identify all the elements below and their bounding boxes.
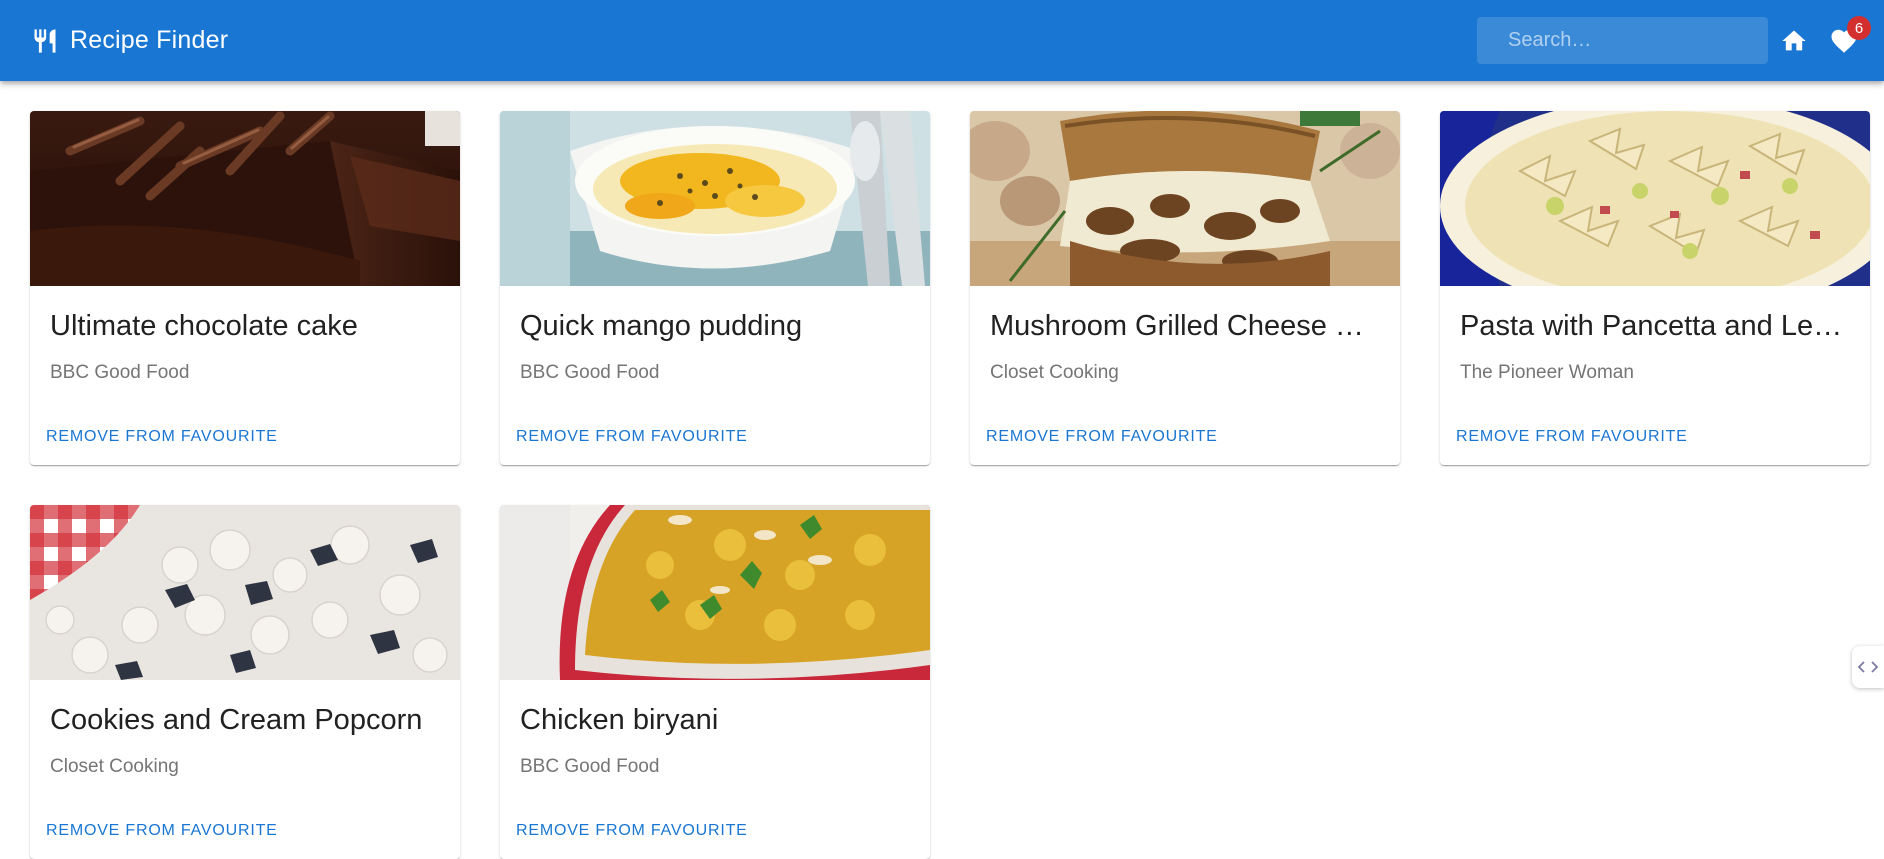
recipe-card: Ultimate chocolate cake BBC Good Food Re… — [30, 111, 460, 465]
home-button[interactable] — [1772, 19, 1816, 63]
recipe-card: Mushroom Grilled Cheese Sandwich Closet … — [970, 111, 1400, 465]
recipe-source: BBC Good Food — [520, 362, 660, 383]
recipe-source: BBC Good Food — [50, 362, 190, 383]
remove-from-favourite-button[interactable]: Remove from favourite — [38, 420, 286, 454]
remove-from-favourite-button[interactable]: Remove from favourite — [508, 420, 756, 454]
pasta-pancetta-photo[interactable] — [1440, 111, 1870, 286]
chicken-biryani-photo[interactable] — [500, 505, 930, 680]
recipe-source: BBC Good Food — [520, 756, 660, 777]
floating-extension-tab[interactable] — [1852, 646, 1884, 688]
cookies-cream-popcorn-photo[interactable] — [30, 505, 460, 680]
recipe-title: Cookies and Cream Popcorn — [50, 704, 423, 736]
remove-from-favourite-button[interactable]: Remove from favourite — [1448, 420, 1696, 454]
remove-from-favourite-button[interactable]: Remove from favourite — [978, 420, 1226, 454]
recipe-title: Mushroom Grilled Cheese Sandwich — [990, 310, 1382, 342]
search-input[interactable] — [1508, 17, 1773, 64]
recipe-source: The Pioneer Woman — [1460, 362, 1634, 383]
code-icon — [1857, 661, 1879, 673]
remove-from-favourite-button[interactable]: Remove from favourite — [38, 814, 286, 848]
brand[interactable]: Recipe Finder — [31, 26, 228, 56]
recipe-title: Ultimate chocolate cake — [50, 310, 358, 342]
recipe-card: Pasta with Pancetta and Leeks The Pionee… — [1440, 111, 1870, 465]
home-icon — [1782, 30, 1806, 51]
recipe-card: Chicken biryani BBC Good Food Remove fro… — [500, 505, 930, 859]
recipe-source: Closet Cooking — [50, 756, 179, 777]
remove-from-favourite-button[interactable]: Remove from favourite — [508, 814, 756, 848]
favourites-count-badge: 6 — [1847, 16, 1871, 40]
chocolate-cake-photo[interactable] — [30, 111, 460, 286]
recipe-title: Pasta with Pancetta and Leeks — [1460, 310, 1852, 342]
app-bar: Recipe Finder 6 — [0, 0, 1884, 81]
mango-pudding-photo[interactable] — [500, 111, 930, 286]
recipe-grid: Ultimate chocolate cake BBC Good Food Re… — [0, 0, 1884, 859]
recipe-card: Cookies and Cream Popcorn Closet Cooking… — [30, 505, 460, 859]
recipe-title: Chicken biryani — [520, 704, 719, 736]
favourites-button[interactable]: 6 — [1822, 16, 1871, 63]
fork-knife-icon — [34, 28, 56, 53]
app-title: Recipe Finder — [70, 26, 229, 54]
recipe-card: Quick mango pudding BBC Good Food Remove… — [500, 111, 930, 465]
recipe-title: Quick mango pudding — [520, 310, 803, 342]
mushroom-grilled-cheese-photo[interactable] — [970, 111, 1400, 286]
search-box[interactable] — [1477, 17, 1773, 64]
recipe-source: Closet Cooking — [990, 362, 1119, 383]
